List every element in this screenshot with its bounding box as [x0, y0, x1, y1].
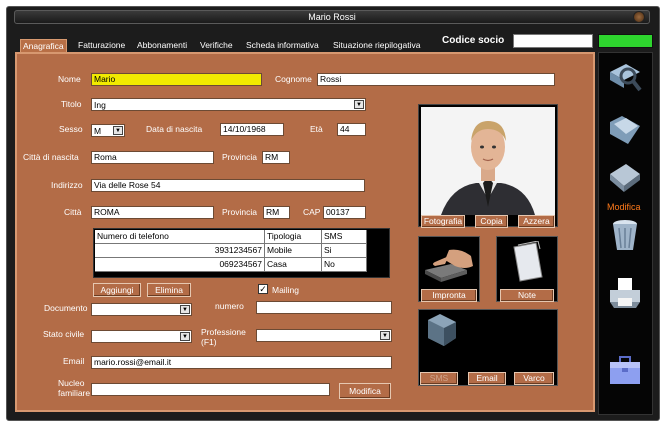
message-device-icon [422, 312, 462, 348]
phone-header-type: Tipologia [265, 230, 322, 244]
data-nascita-label: Data di nascita [146, 124, 203, 134]
professione-select[interactable]: ▼ [256, 329, 392, 342]
table-row[interactable]: No [322, 258, 367, 272]
table-row[interactable]: Si [322, 244, 367, 258]
search-icon[interactable] [606, 58, 644, 96]
eta-label: Età [310, 124, 323, 134]
chevron-down-icon: ▼ [354, 100, 364, 109]
fotografia-button[interactable]: Fotografia [421, 215, 465, 228]
titolo-select[interactable]: Ing ▼ [91, 98, 366, 111]
indirizzo-label: Indirizzo [51, 180, 83, 190]
printer-icon[interactable] [606, 274, 644, 312]
eta-field[interactable]: 44 [337, 123, 366, 136]
tab-anagrafica[interactable]: Anagrafica [20, 39, 67, 52]
table-row[interactable]: 069234567 [95, 258, 265, 272]
numero-label: numero [215, 301, 244, 311]
status-indicator [598, 34, 653, 48]
stato-civile-label: Stato civile [43, 329, 85, 339]
tab-fatturazione[interactable]: Fatturazione [76, 39, 127, 52]
chevron-down-icon: ▼ [180, 332, 190, 341]
nome-field[interactable]: Mario [91, 73, 262, 86]
data-nascita-field[interactable]: 14/10/1968 [220, 123, 284, 136]
member-photo [421, 107, 555, 215]
table-row[interactable]: 3931234567 [95, 244, 265, 258]
modifica-nucleo-button[interactable]: Modifica [339, 383, 391, 399]
cap-label: CAP [303, 207, 321, 217]
provincia-nascita-label: Provincia [222, 152, 257, 162]
email-field[interactable]: mario.rossi@email.it [91, 356, 392, 369]
trash-icon[interactable] [606, 216, 644, 254]
fingerprint-scanner-icon [421, 244, 477, 284]
mailing-label: Mailing [272, 285, 299, 295]
citta-nascita-label: Città di nascita [23, 152, 79, 162]
table-row[interactable]: Casa [265, 258, 322, 272]
documento-select[interactable]: ▼ [91, 303, 192, 316]
table-row[interactable]: Mobile [265, 244, 322, 258]
mailing-checkbox[interactable]: ✓ [258, 284, 268, 294]
citta-nascita-field[interactable]: Roma [91, 151, 214, 164]
tab-scheda-informativa[interactable]: Scheda informativa [244, 39, 321, 52]
cognome-label: Cognome [275, 74, 312, 84]
tab-situazione-riepilogativa[interactable]: Situazione riepilogativa [331, 39, 422, 52]
stato-civile-select[interactable]: ▼ [91, 330, 192, 343]
chevron-down-icon: ▼ [113, 126, 123, 135]
provincia-label: Provincia [222, 207, 257, 217]
cap-field[interactable]: 00137 [323, 206, 366, 219]
floppy-disk-icon[interactable] [606, 160, 644, 198]
chevron-down-icon: ▼ [180, 305, 190, 314]
phone-header-sms: SMS [322, 230, 367, 244]
folder-icon[interactable] [606, 110, 644, 148]
provincia-field[interactable]: RM [263, 206, 290, 219]
sms-button[interactable]: SMS [420, 372, 458, 385]
professione-label: Professione (F1) [201, 327, 246, 347]
close-window-button[interactable] [633, 11, 645, 23]
sesso-select[interactable]: M ▼ [91, 124, 125, 137]
note-document-icon [510, 240, 544, 283]
codice-socio-input[interactable] [513, 34, 593, 48]
briefcase-icon[interactable] [606, 350, 644, 388]
tab-abbonamenti[interactable]: Abbonamenti [135, 39, 189, 52]
chevron-down-icon: ▼ [380, 331, 390, 340]
titolo-label: Titolo [61, 99, 82, 109]
citta-label: Città [64, 207, 82, 217]
citta-field[interactable]: ROMA [91, 206, 214, 219]
sesso-value: M [94, 126, 102, 136]
indirizzo-field[interactable]: Via delle Rose 54 [91, 179, 365, 192]
elimina-button[interactable]: Elimina [147, 283, 191, 297]
codice-socio-label: Codice socio [442, 35, 505, 46]
numero-field[interactable] [256, 301, 392, 314]
impronta-button[interactable]: Impronta [421, 289, 477, 302]
email-label: Email [63, 356, 85, 366]
nucleo-familiare-label: Nucleo familiare [58, 378, 91, 398]
email-button[interactable]: Email [468, 372, 506, 385]
cognome-field[interactable]: Rossi [317, 73, 555, 86]
nome-label: Nome [58, 74, 81, 84]
varco-button[interactable]: Varco [514, 372, 554, 385]
note-button[interactable]: Note [500, 289, 554, 302]
provincia-nascita-field[interactable]: RM [262, 151, 290, 164]
copia-button[interactable]: Copia [475, 215, 508, 228]
sesso-label: Sesso [59, 124, 83, 134]
modifica-label: Modifica [607, 202, 641, 212]
phone-header-number: Numero di telefono [95, 230, 265, 244]
window-title: Mario Rossi [14, 10, 650, 24]
tab-verifiche[interactable]: Verifiche [198, 39, 235, 52]
titolo-value: Ing [94, 100, 106, 110]
aggiungi-button[interactable]: Aggiungi [93, 283, 141, 297]
documento-label: Documento [44, 303, 88, 313]
nucleo-familiare-field[interactable] [91, 383, 330, 396]
phone-table: Numero di telefono Tipologia SMS 3931234… [93, 228, 390, 278]
azzera-button[interactable]: Azzera [518, 215, 555, 228]
